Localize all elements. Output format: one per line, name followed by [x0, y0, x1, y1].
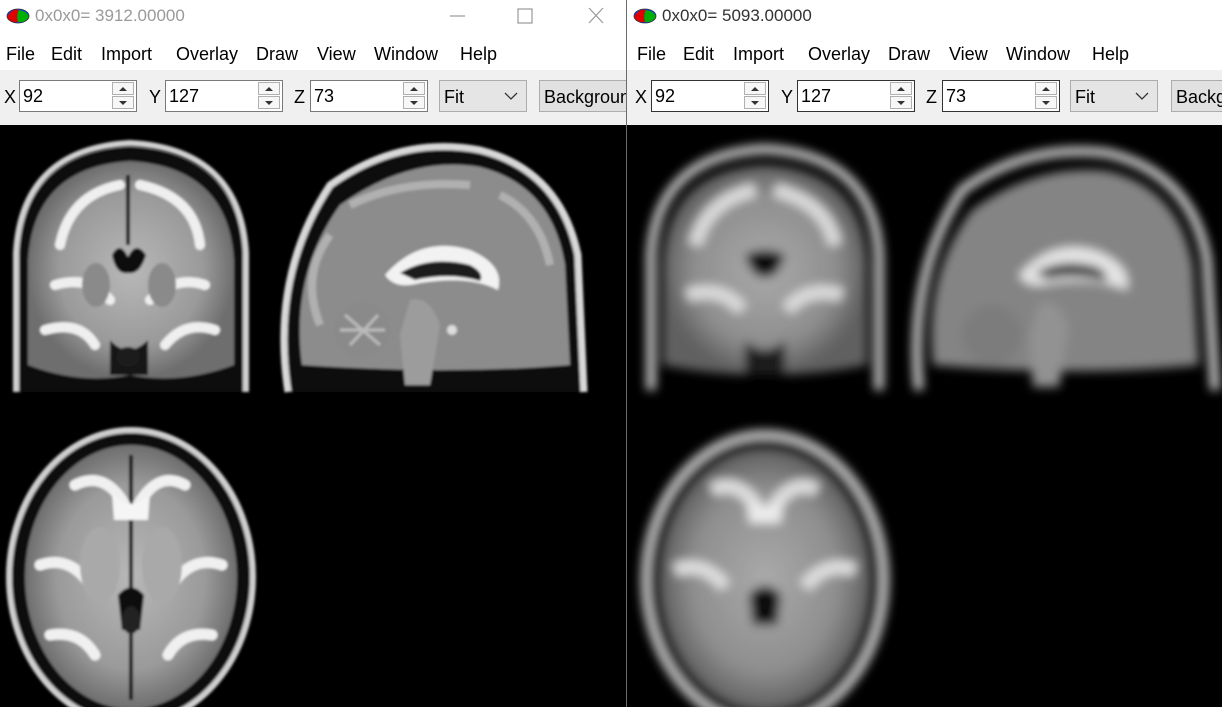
- coronal-slice[interactable]: [13, 139, 249, 392]
- image-canvas[interactable]: [627, 125, 1222, 707]
- y-label: Y: [781, 87, 794, 107]
- z-spinbox[interactable]: 73: [942, 80, 1060, 112]
- y-spinbox[interactable]: 127: [797, 80, 915, 112]
- y-value: 127: [801, 86, 832, 106]
- zoom-select[interactable]: Fit: [439, 80, 527, 112]
- spin-down-icon[interactable]: [112, 96, 134, 109]
- zoom-select[interactable]: Fit: [1070, 80, 1158, 112]
- menu-import[interactable]: Import: [733, 44, 784, 65]
- menu-help[interactable]: Help: [1092, 44, 1129, 65]
- menu-overlay[interactable]: Overlay: [808, 44, 870, 65]
- coordinate-toolbar: X 92 Y 127 Z 73 Fit: [0, 70, 626, 125]
- menu-overlay[interactable]: Overlay: [176, 44, 238, 65]
- spin-down-icon[interactable]: [744, 96, 766, 109]
- menu-window[interactable]: Window: [1006, 44, 1070, 65]
- spin-up-icon[interactable]: [1035, 82, 1057, 95]
- spin-down-icon[interactable]: [890, 96, 912, 109]
- z-value: 73: [946, 86, 967, 106]
- sagittal-slice[interactable]: [280, 143, 588, 393]
- x-value: 92: [23, 86, 44, 106]
- menu-edit[interactable]: Edit: [683, 44, 714, 65]
- chevron-down-icon: [1135, 92, 1149, 100]
- y-value: 127: [169, 86, 200, 106]
- menu-import[interactable]: Import: [101, 44, 152, 65]
- background-button[interactable]: Backg: [1171, 80, 1222, 112]
- sagittal-slice[interactable]: [912, 146, 1220, 391]
- maximize-icon[interactable]: [510, 4, 540, 28]
- close-icon[interactable]: [581, 4, 611, 28]
- coordinate-toolbar: X 92 Y 127 Z 73 Fit: [627, 70, 1222, 125]
- minimize-icon[interactable]: [443, 4, 473, 28]
- x-value: 92: [655, 86, 676, 106]
- menu-bar: File Edit Import Overlay Draw View Windo…: [0, 34, 626, 70]
- menu-draw[interactable]: Draw: [256, 44, 298, 65]
- chevron-down-icon: [504, 92, 518, 100]
- coronal-slice[interactable]: [646, 144, 884, 390]
- menu-edit[interactable]: Edit: [51, 44, 82, 65]
- axial-slice[interactable]: [641, 430, 889, 707]
- zoom-value: Fit: [1075, 87, 1095, 107]
- x-spinbox[interactable]: 92: [651, 80, 769, 112]
- spin-down-icon[interactable]: [1035, 96, 1057, 109]
- x-label: X: [635, 87, 648, 107]
- spin-down-icon[interactable]: [403, 96, 425, 109]
- menu-view[interactable]: View: [949, 44, 988, 65]
- z-label: Z: [926, 87, 937, 107]
- z-value: 73: [314, 86, 335, 106]
- menu-file[interactable]: File: [6, 44, 35, 65]
- brain-logo-icon: [633, 8, 657, 24]
- title-bar[interactable]: 0x0x0= 3912.00000: [0, 0, 626, 34]
- y-spinbox[interactable]: 127: [165, 80, 283, 112]
- image-canvas[interactable]: [0, 125, 626, 707]
- menu-file[interactable]: File: [637, 44, 666, 65]
- y-label: Y: [149, 87, 162, 107]
- spin-down-icon[interactable]: [258, 96, 280, 109]
- menu-bar: File Edit Import Overlay Draw View Windo…: [627, 34, 1222, 70]
- menu-window[interactable]: Window: [374, 44, 438, 65]
- axial-slice[interactable]: [6, 427, 256, 707]
- menu-help[interactable]: Help: [460, 44, 497, 65]
- spin-up-icon[interactable]: [890, 82, 912, 95]
- background-button[interactable]: Backgroun: [539, 80, 626, 112]
- brain-logo-icon: [6, 8, 30, 24]
- title-bar[interactable]: 0x0x0= 5093.00000: [627, 0, 1222, 34]
- spin-up-icon[interactable]: [112, 82, 134, 95]
- z-label: Z: [294, 87, 305, 107]
- x-label: X: [4, 87, 17, 107]
- spin-up-icon[interactable]: [403, 82, 425, 95]
- spin-up-icon[interactable]: [744, 82, 766, 95]
- zoom-value: Fit: [444, 87, 464, 107]
- menu-view[interactable]: View: [317, 44, 356, 65]
- x-spinbox[interactable]: 92: [19, 80, 137, 112]
- viewer-window-1: 0x0x0= 3912.00000 File Edit Import Overl…: [0, 0, 626, 707]
- z-spinbox[interactable]: 73: [310, 80, 428, 112]
- window-title: 0x0x0= 3912.00000: [35, 6, 185, 25]
- menu-draw[interactable]: Draw: [888, 44, 930, 65]
- window-title: 0x0x0= 5093.00000: [662, 6, 812, 25]
- viewer-window-2: 0x0x0= 5093.00000 File Edit Import Overl…: [627, 0, 1222, 707]
- spin-up-icon[interactable]: [258, 82, 280, 95]
